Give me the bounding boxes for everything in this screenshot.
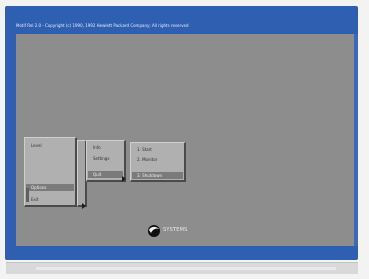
submenu-arrow-icon [122,176,126,182]
submenu2-item-shutdown[interactable]: 3. Shutdown [132,172,183,179]
menu-item-exit[interactable]: Exit [31,196,39,203]
submenu2-item-start[interactable]: 1. Start [137,146,152,153]
submenu-item-info[interactable]: Info [93,144,101,151]
window-edge [354,34,358,246]
submenu-item-settings[interactable]: Settings [93,155,109,162]
submenu-arrow-icon [82,203,86,209]
submenu-2: 1. Start 2. Monitor 3. Shutdown [130,142,186,182]
submenu: Info Settings Quit [86,140,126,182]
window-title-bar: Motif Rel 2.0 - Copyright (c) 1990, 1992… [12,20,355,31]
screen: Motif Rel 2.0 - Copyright (c) 1990, 1992… [0,0,369,279]
main-menu: Level Options Exit [24,137,77,207]
vendor-logo: SYSTEMS [147,223,217,237]
submenu2-item-monitor[interactable]: 2. Monitor [137,156,157,163]
logo-text: SYSTEMS [163,227,188,233]
window-title: Motif Rel 2.0 - Copyright (c) 1990, 1992… [16,23,189,28]
taskbar-slot[interactable] [36,267,336,270]
taskbar [6,262,358,274]
menu-item-options[interactable]: Options [26,184,74,191]
menu-item-level[interactable]: Level [31,142,42,149]
submenu-item-quit[interactable]: Quit [88,171,123,178]
menu-gutter [26,188,29,202]
logo-icon [148,225,160,237]
